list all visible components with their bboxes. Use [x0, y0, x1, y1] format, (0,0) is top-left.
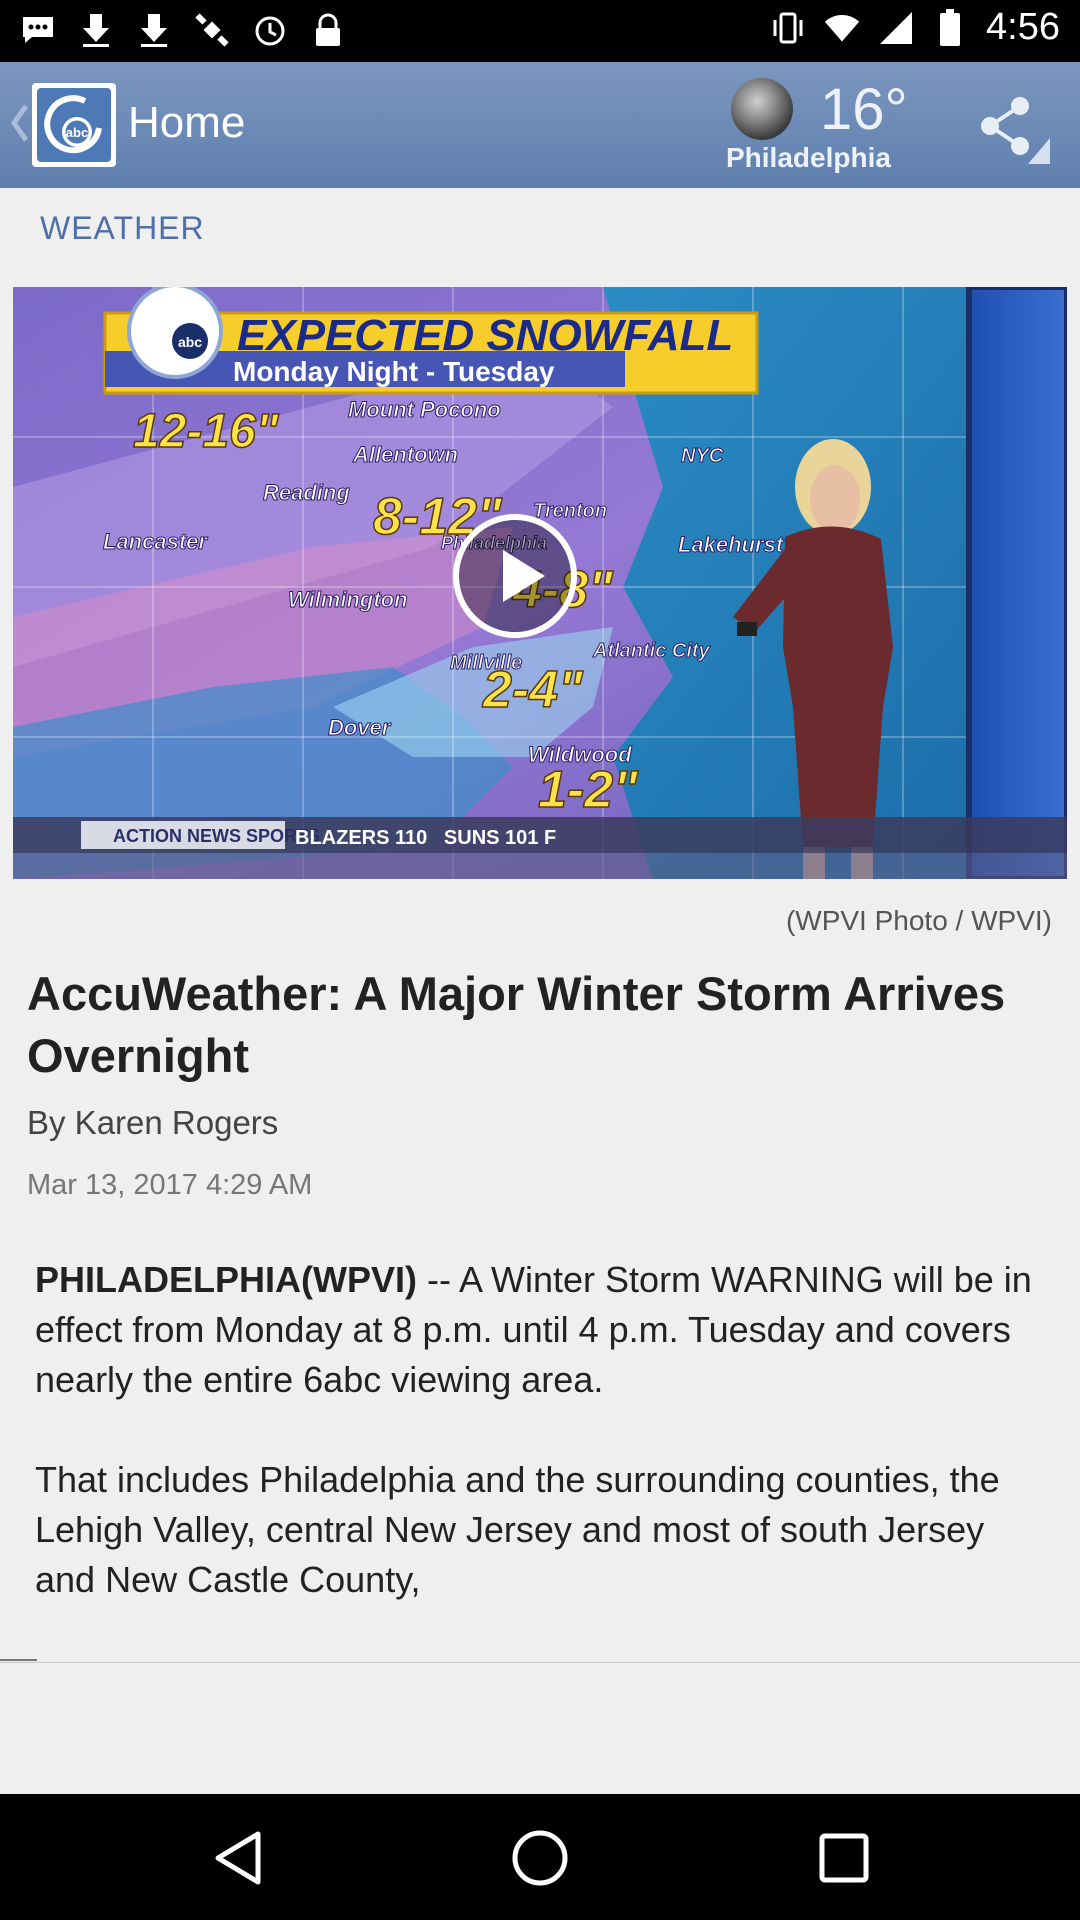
moon-icon[interactable] — [731, 78, 793, 140]
ticker-text: BLAZERS 110 SUNS 101 F — [295, 827, 556, 849]
share-button[interactable] — [968, 92, 1050, 164]
nav-home-button[interactable] — [508, 1826, 572, 1890]
amount-label: 12-16" — [133, 405, 280, 458]
place-label: Atlantic City — [592, 640, 711, 662]
triangle-back-icon — [215, 1831, 261, 1885]
place-label: NYC — [681, 445, 724, 467]
graphic-banner-subtitle: Monday Night - Tuesday — [233, 356, 555, 387]
satellite-icon — [194, 10, 230, 50]
system-icons: 4:56 — [770, 6, 1060, 49]
article-content: WEATHER EXPECTED SNOWFALL Monday Night -… — [0, 188, 1080, 1794]
weather-city[interactable]: Philadelphia — [726, 142, 891, 174]
video-player[interactable]: EXPECTED SNOWFALL Monday Night - Tuesday… — [13, 287, 1067, 879]
play-button[interactable] — [453, 514, 577, 638]
article-byline: By Karen Rogers — [27, 1104, 279, 1141]
place-label: Dover — [328, 715, 392, 740]
download-icon — [136, 10, 172, 50]
6abc-logo-icon: abc — [44, 95, 102, 154]
section-label: WEATHER — [40, 210, 205, 246]
article-headline: AccuWeather: A Major Winter Storm Arrive… — [27, 967, 1006, 1082]
status-bar: 4:56 — [0, 0, 1080, 62]
place-label: Lakehurst — [678, 532, 785, 557]
square-recents-icon — [819, 1833, 869, 1883]
clock: 4:56 — [986, 6, 1060, 48]
amount-label: 2-4" — [482, 661, 584, 719]
place-label: Allentown — [352, 442, 458, 467]
circle-home-icon — [512, 1830, 568, 1886]
battery-icon — [932, 8, 968, 48]
back-button[interactable] — [8, 98, 32, 148]
svg-text:abc: abc — [178, 334, 202, 350]
nav-back-button[interactable] — [206, 1826, 270, 1890]
photo-credit: (WPVI Photo / WPVI) — [785, 905, 1052, 936]
download-icon — [78, 10, 114, 50]
place-label: Trenton — [533, 500, 607, 522]
article-body: PHILADELPHIA(WPVI) -- A Winter Storm WAR… — [35, 1255, 1045, 1655]
body-paragraph: That includes Philadelphia and the surro… — [35, 1459, 1000, 1600]
place-label: Reading — [263, 480, 350, 505]
graphic-banner-title: EXPECTED SNOWFALL — [237, 311, 733, 360]
app-logo[interactable]: abc — [32, 83, 116, 167]
notification-icons — [20, 10, 346, 50]
alarm-icon — [252, 10, 288, 50]
body-paragraph: PHILADELPHIA(WPVI) -- A Winter Storm WAR… — [35, 1255, 1045, 1405]
lock-icon — [310, 10, 346, 50]
signal-icon — [878, 8, 914, 48]
vibrate-icon — [770, 8, 806, 48]
place-label: Mount Pocono — [348, 397, 501, 422]
navigation-bar — [0, 1794, 1080, 1920]
play-icon — [503, 550, 545, 602]
chat-icon — [20, 10, 56, 50]
chevron-left-icon — [10, 104, 29, 142]
place-label: Wilmington — [288, 587, 408, 612]
article-dateline: PHILADELPHIA(WPVI) — [35, 1259, 417, 1300]
amount-label: 1-2" — [538, 761, 639, 819]
svg-text:abc: abc — [66, 125, 88, 140]
nav-recents-button[interactable] — [812, 1826, 876, 1890]
wifi-icon — [824, 8, 860, 48]
share-icon — [981, 97, 1050, 164]
article-date: Mar 13, 2017 4:29 AM — [27, 1169, 313, 1201]
ticker-logo: ACTION NEWS SPORTS — [113, 826, 320, 846]
scroll-indicator — [0, 1659, 37, 1661]
place-label: Lancaster — [103, 529, 208, 554]
page-title: Home — [128, 98, 246, 147]
divider — [0, 1662, 1080, 1663]
temperature[interactable]: 16° — [820, 76, 908, 143]
app-bar: abc Home 16° Philadelphia — [0, 62, 1080, 188]
